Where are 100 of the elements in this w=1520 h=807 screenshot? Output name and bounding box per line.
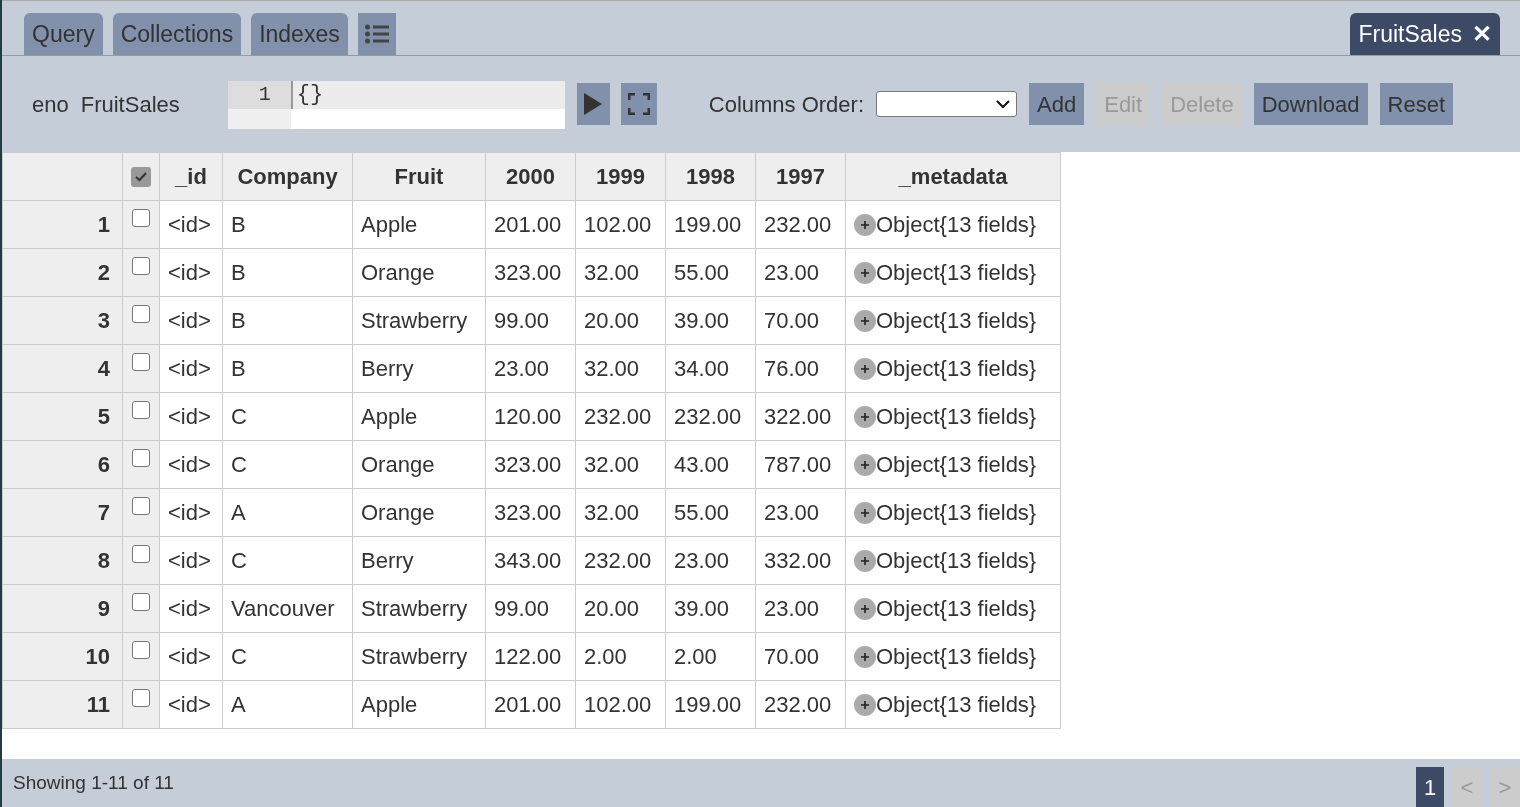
table-cell: 32.00 <box>575 248 666 297</box>
metadata-value: Object{13 fields} <box>876 307 1037 335</box>
row-number: 2 <box>2 248 123 297</box>
table-cell: <id> <box>159 392 223 441</box>
columns-order-label: Columns Order: <box>708 90 865 119</box>
row-checkbox[interactable] <box>132 593 150 611</box>
plus-icon <box>860 651 870 662</box>
table-cell: Apple <box>352 392 486 441</box>
toolbar-button[interactable]: Reset <box>1379 83 1454 125</box>
table-cell: 23.00 <box>755 248 846 297</box>
expand-button[interactable] <box>854 549 876 572</box>
table-cell: 34.00 <box>665 344 756 393</box>
tab[interactable]: Query <box>24 13 103 55</box>
expand-button[interactable] <box>854 501 876 524</box>
row-number: 11 <box>2 680 123 729</box>
expand-button[interactable] <box>854 213 876 236</box>
table-cell: Strawberry <box>352 584 486 633</box>
metadata-value: Object{13 fields} <box>876 211 1037 239</box>
row-checkbox[interactable] <box>132 353 150 371</box>
columns-order-dropdown[interactable] <box>876 91 1018 117</box>
column-header[interactable]: 1999 <box>575 152 666 201</box>
tab[interactable]: Indexes <box>251 13 348 55</box>
expand-button[interactable] <box>854 645 876 668</box>
table-cell: 232.00 <box>755 200 846 249</box>
column-header[interactable]: 1997 <box>755 152 846 201</box>
table-cell: 23.00 <box>755 584 846 633</box>
plus-icon <box>860 459 870 470</box>
table-cell: 39.00 <box>665 296 756 345</box>
table-cell: Vancouver <box>222 584 353 633</box>
table-cell: <id> <box>159 200 223 249</box>
plus-icon <box>860 315 870 326</box>
table-cell: A <box>222 680 353 729</box>
expand-button[interactable] <box>854 405 876 428</box>
table-cell: 32.00 <box>575 488 666 537</box>
table-cell: C <box>222 440 353 489</box>
table-cell: 55.00 <box>665 248 756 297</box>
column-header[interactable]: 1998 <box>665 152 756 201</box>
metadata-value: Object{13 fields} <box>876 499 1037 527</box>
table-cell: C <box>222 392 353 441</box>
table-cell: 199.00 <box>665 200 756 249</box>
query-editor[interactable]: 1 {} <box>227 81 565 129</box>
row-checkbox[interactable] <box>132 305 150 323</box>
column-header[interactable]: Fruit <box>352 152 486 201</box>
expand-button[interactable] <box>854 453 876 476</box>
table-cell: Orange <box>352 488 486 537</box>
expand-button[interactable] <box>854 309 876 332</box>
table-cell: 23.00 <box>755 488 846 537</box>
row-checkbox[interactable] <box>132 641 150 659</box>
pagination-summary: Showing 1-11 of 11 <box>13 770 174 795</box>
table-cell: B <box>222 200 353 249</box>
row-checkbox[interactable] <box>132 497 150 515</box>
row-checkbox[interactable] <box>132 689 150 707</box>
column-header[interactable]: _id <box>159 152 223 201</box>
row-checkbox[interactable] <box>132 209 150 227</box>
table-cell: Orange <box>352 248 486 297</box>
document-tab[interactable]: FruitSales ✕ <box>1350 13 1500 55</box>
metadata-value: Object{13 fields} <box>876 547 1037 575</box>
select-all-checkbox[interactable] <box>131 166 151 187</box>
row-checkbox[interactable] <box>132 545 150 563</box>
table-cell: B <box>222 248 353 297</box>
table-cell: A <box>222 488 353 537</box>
table-cell: 232.00 <box>665 392 756 441</box>
table-cell: <id> <box>159 632 223 681</box>
query-text: {} <box>290 81 565 109</box>
expand-button[interactable] <box>854 357 876 380</box>
toolbar-button[interactable]: Add <box>1029 83 1085 125</box>
column-header[interactable]: _metadata <box>845 152 1061 201</box>
row-number: 4 <box>2 344 123 393</box>
fullscreen-button[interactable] <box>620 83 657 125</box>
expand-button[interactable] <box>854 261 876 284</box>
tab[interactable]: Collections <box>112 13 242 55</box>
table-cell: 232.00 <box>755 680 846 729</box>
close-button[interactable]: ✕ <box>1472 16 1492 52</box>
table-cell: Apple <box>352 680 486 729</box>
chevron-down-icon <box>996 99 1011 109</box>
table-cell: 232.00 <box>575 536 666 585</box>
row-checkbox[interactable] <box>132 257 150 275</box>
table-cell: 322.00 <box>755 392 846 441</box>
metadata-value: Object{13 fields} <box>876 691 1037 719</box>
page-button[interactable]: 1 <box>1416 767 1444 807</box>
column-header[interactable]: Company <box>222 152 353 201</box>
row-number: 5 <box>2 392 123 441</box>
table-cell: 122.00 <box>485 632 576 681</box>
table-cell: Strawberry <box>352 632 486 681</box>
table-cell: <id> <box>159 344 223 393</box>
menu-button[interactable] <box>357 13 396 55</box>
expand-button[interactable] <box>854 693 876 716</box>
row-checkbox[interactable] <box>132 449 150 467</box>
table-cell: 199.00 <box>665 680 756 729</box>
table-cell: <id> <box>159 248 223 297</box>
list-icon <box>364 24 389 44</box>
column-header[interactable]: 2000 <box>485 152 576 201</box>
table-cell: 20.00 <box>575 296 666 345</box>
run-button[interactable] <box>576 83 610 125</box>
table-cell: 55.00 <box>665 488 756 537</box>
table-cell: 32.00 <box>575 440 666 489</box>
expand-button[interactable] <box>854 597 876 620</box>
row-checkbox[interactable] <box>132 401 150 419</box>
table-cell: Apple <box>352 200 486 249</box>
toolbar-button[interactable]: Download <box>1253 83 1368 125</box>
